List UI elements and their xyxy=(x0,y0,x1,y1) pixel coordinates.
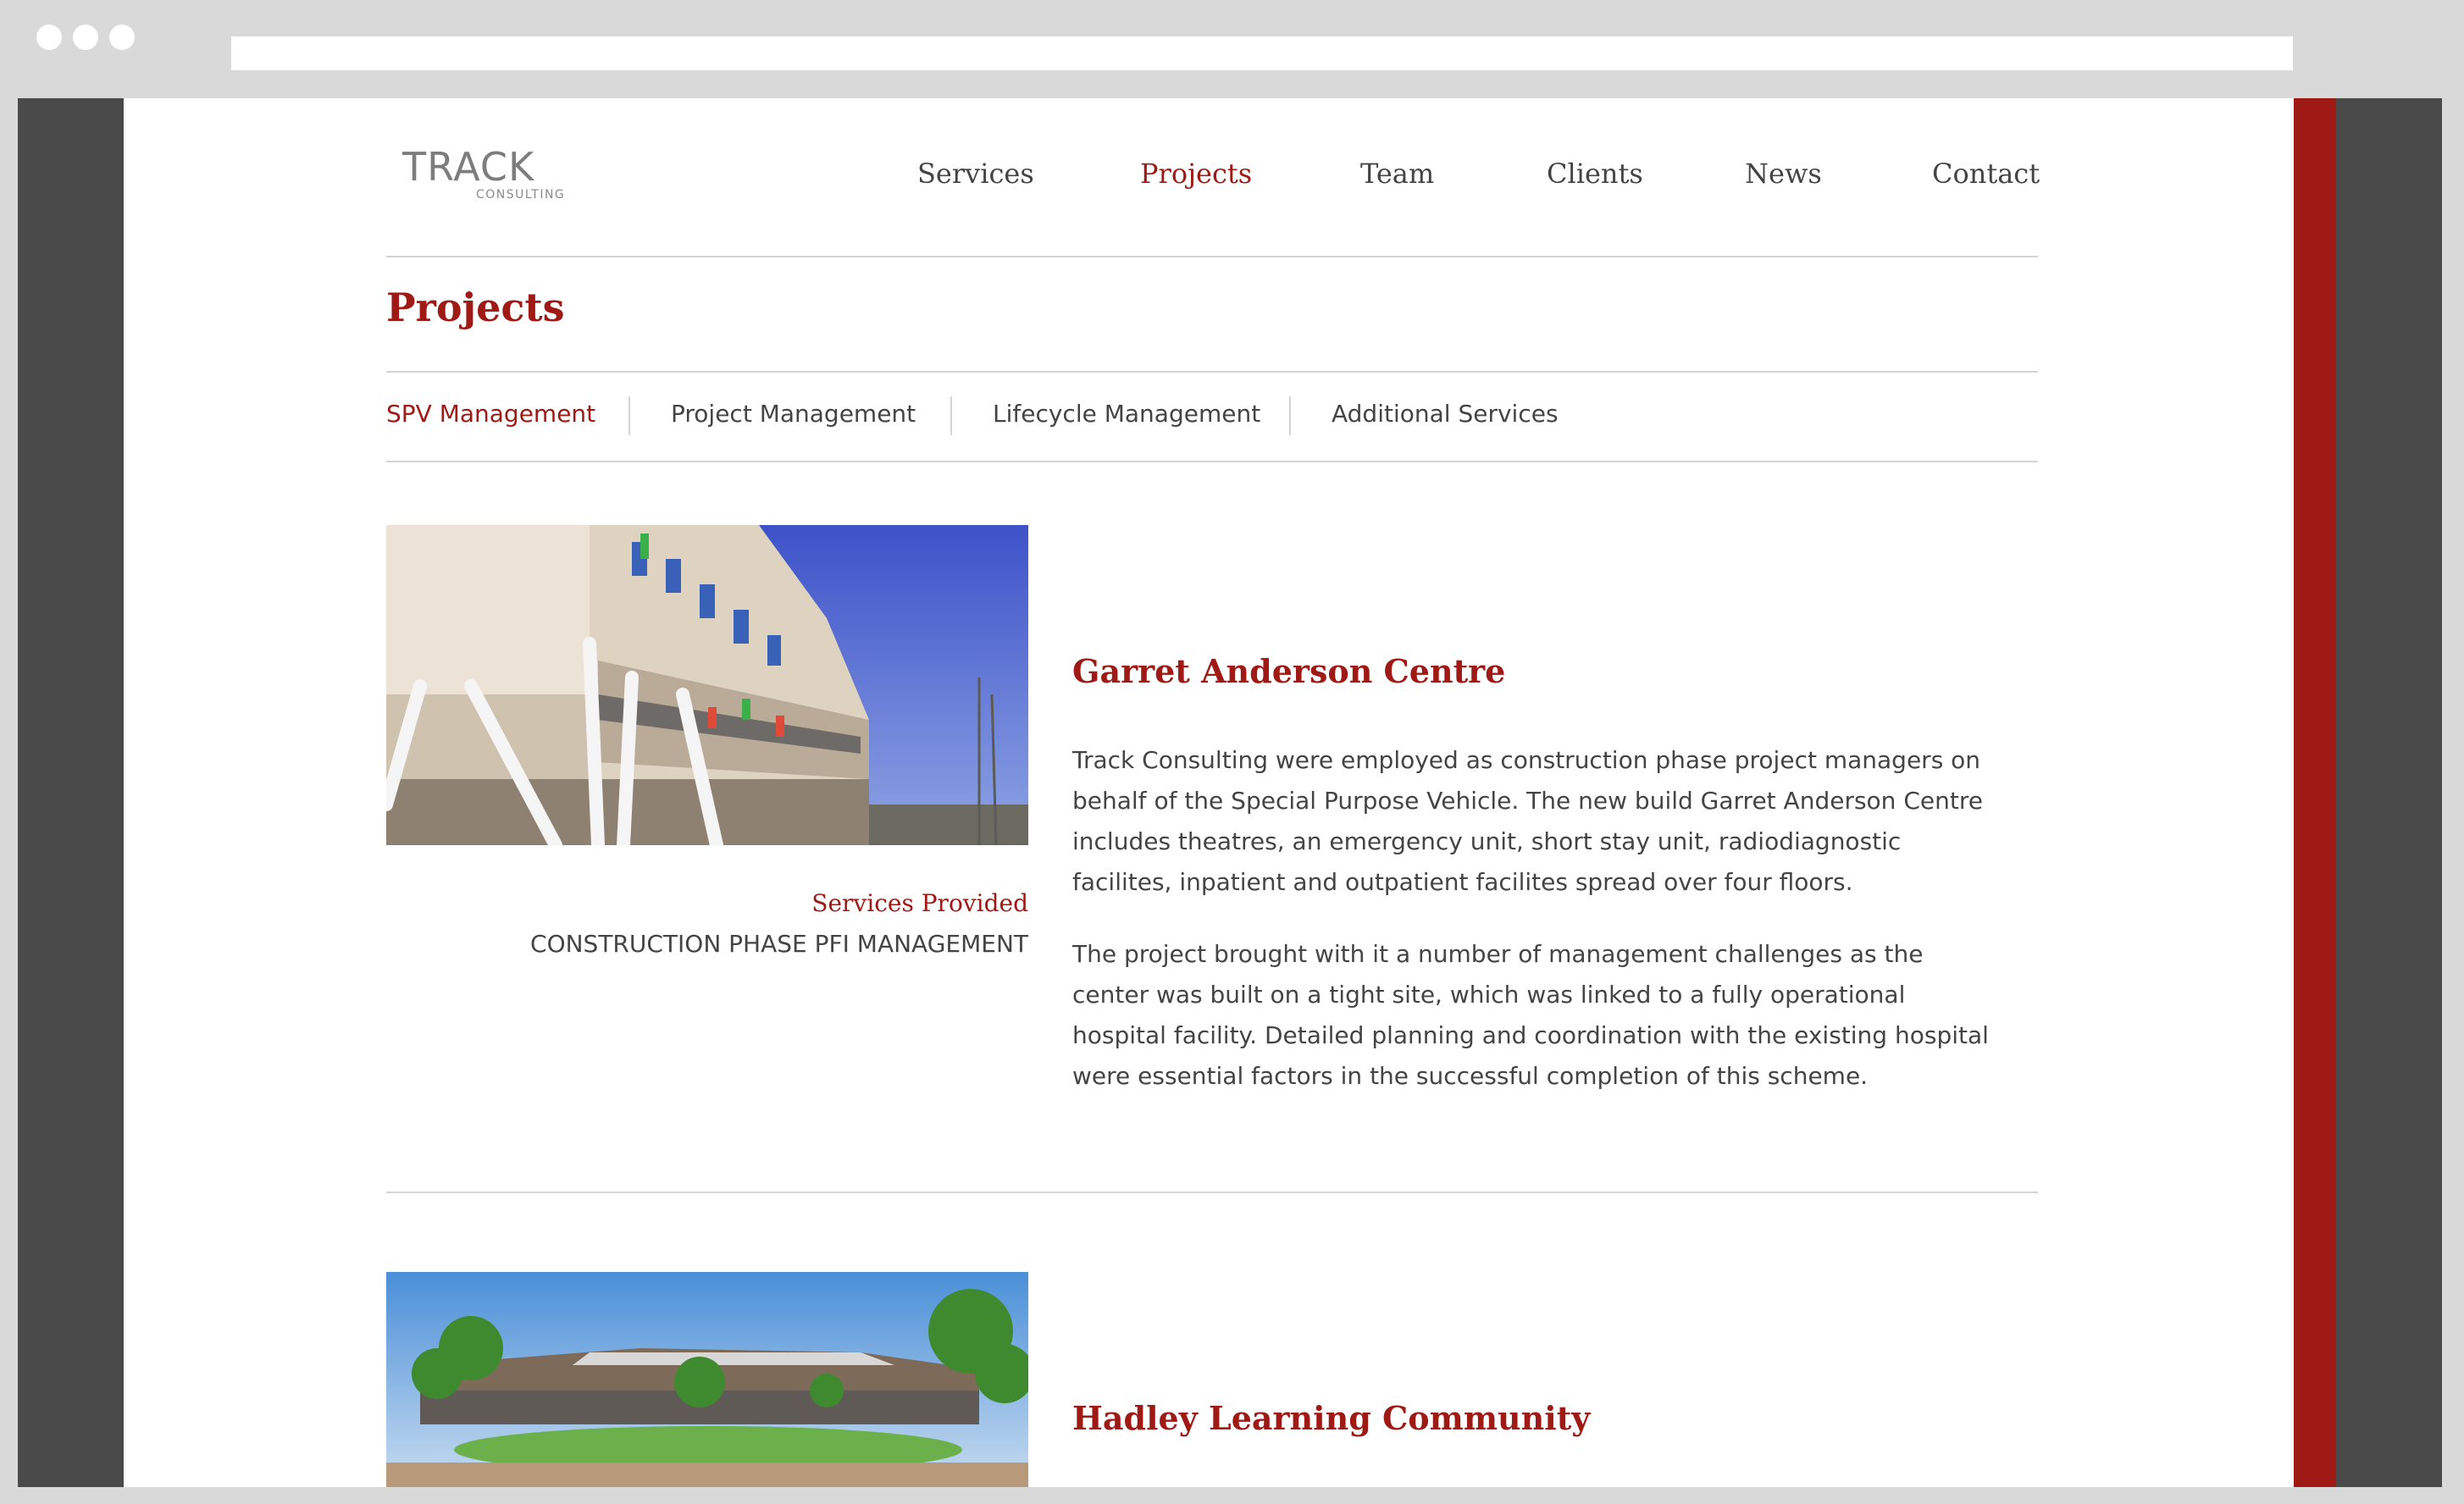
logo[interactable]: TRACK CONSULTING xyxy=(402,147,597,207)
logo-wordmark: TRACK xyxy=(402,144,535,190)
window-maximize-dot[interactable] xyxy=(109,25,135,50)
project-title: Garret Anderson Centre xyxy=(1072,652,1506,690)
nav-clients[interactable]: Clients xyxy=(1547,158,1643,190)
browser-viewport: TRACK CONSULTING Services Projects Team … xyxy=(18,98,2442,1487)
nav-services[interactable]: Services xyxy=(917,158,1034,190)
nav-team[interactable]: Team xyxy=(1360,158,1434,190)
project-photo-hadley xyxy=(386,1272,1028,1487)
address-bar[interactable] xyxy=(231,36,2293,70)
nav-contact[interactable]: Contact xyxy=(1932,158,2040,190)
header-divider xyxy=(386,256,2038,257)
services-provided-value: CONSTRUCTION PHASE PFI MANAGEMENT xyxy=(530,930,1028,958)
subnav-separator xyxy=(950,396,952,435)
nav-projects[interactable]: Projects xyxy=(1140,158,1252,190)
subnav-separator xyxy=(628,396,630,435)
window-minimize-dot[interactable] xyxy=(73,25,98,50)
web-page: TRACK CONSULTING Services Projects Team … xyxy=(124,98,2294,1487)
subnav-separator xyxy=(1289,396,1291,435)
project-title: Hadley Learning Community xyxy=(1072,1399,1591,1437)
nav-news[interactable]: News xyxy=(1745,158,1822,190)
window-close-dot[interactable] xyxy=(36,25,62,50)
project-divider xyxy=(386,1192,2038,1193)
project-photo-garret-anderson xyxy=(386,525,1028,845)
subnav-project-management[interactable]: Project Management xyxy=(671,400,916,428)
project-description: The project brought with it a number of … xyxy=(1072,940,1989,1090)
subnav-spv-management[interactable]: SPV Management xyxy=(386,400,595,428)
subnav-additional-services[interactable]: Additional Services xyxy=(1332,400,1559,428)
subnav-divider xyxy=(386,461,2038,462)
project-description: Track Consulting were employed as constr… xyxy=(1072,746,1983,896)
accent-strip xyxy=(2294,98,2336,1487)
campus-photo-icon xyxy=(386,1272,1028,1487)
subnav-lifecycle-management[interactable]: Lifecycle Management xyxy=(993,400,1260,428)
logo-subtitle: CONSULTING xyxy=(476,188,566,202)
browser-chrome xyxy=(0,0,2464,98)
services-provided-heading: Services Provided xyxy=(811,889,1028,917)
page-title: Projects xyxy=(386,285,565,330)
building-photo-icon xyxy=(386,525,1028,845)
title-divider xyxy=(386,371,2038,373)
